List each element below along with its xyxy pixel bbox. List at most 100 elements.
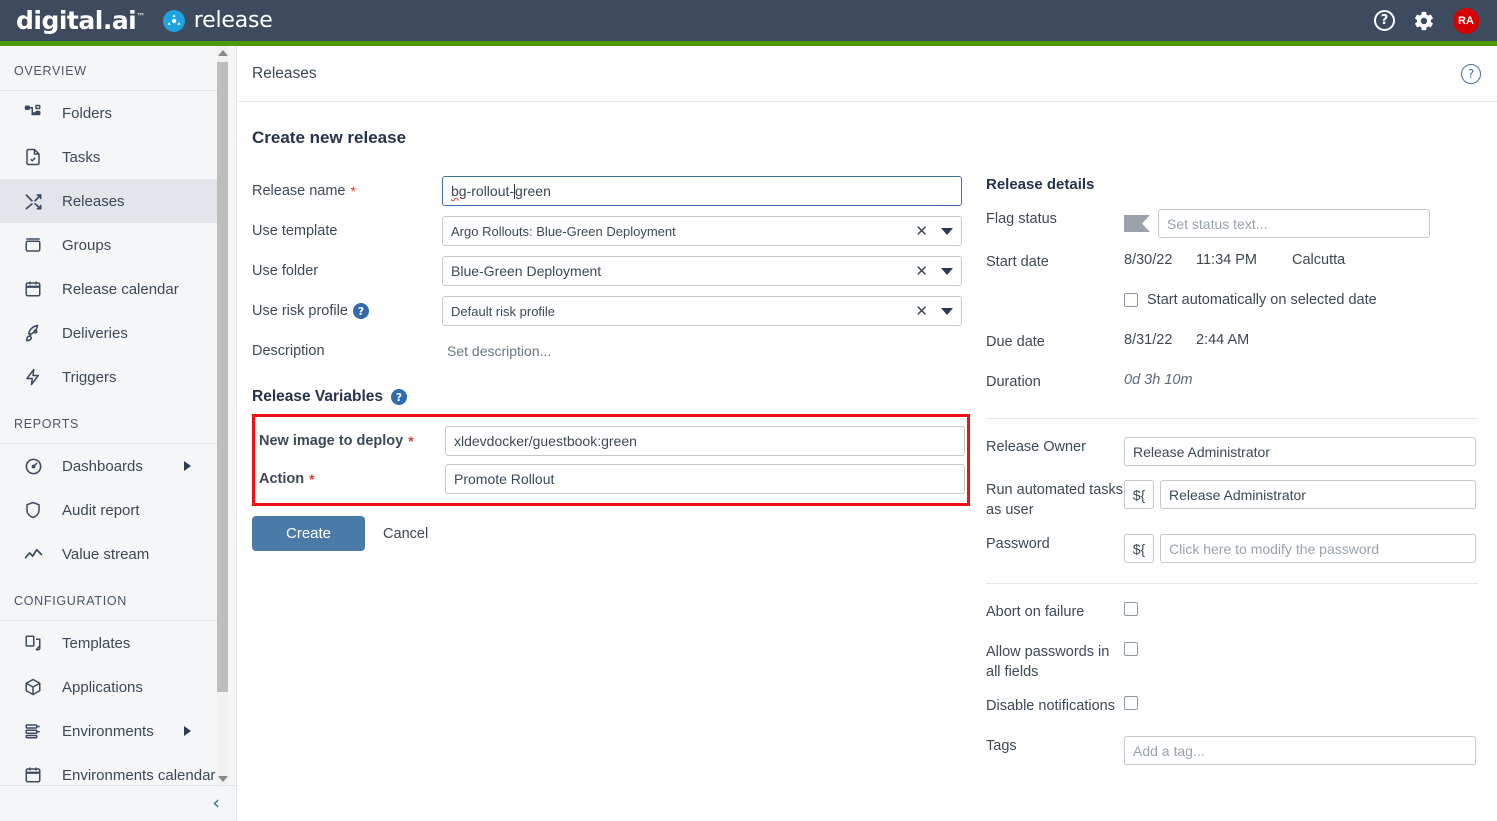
field-release-name: Release name * bg -rollout-green [252,176,976,206]
sidebar-section-overview: OVERVIEW [14,64,87,78]
sidebar: OVERVIEW Folders Tasks Releases Groups R… [0,46,237,821]
sidebar-item-deliveries[interactable]: Deliveries [0,311,219,355]
input-value: Release Administrator [1133,443,1270,460]
sidebar-item-applications[interactable]: Applications [0,665,219,709]
release-owner-input[interactable]: Release Administrator [1124,437,1476,466]
create-button[interactable]: Create [252,516,366,551]
sidebar-item-tasks[interactable]: Tasks [0,135,219,179]
sidebar-item-dashboards[interactable]: Dashboards [0,444,219,488]
use-folder-select[interactable]: Blue-Green Deployment ✕ [442,256,962,286]
environments-icon [22,720,44,742]
sidebar-item-environments-calendar[interactable]: Environments calendar [0,753,219,786]
cancel-button[interactable]: Cancel [383,526,428,542]
use-template-select[interactable]: Argo Rollouts: Blue-Green Deployment ✕ [442,216,962,246]
field-use-risk-profile: Use risk profile ? Default risk profile … [252,296,976,326]
collapse-sidebar-icon[interactable]: ‹ [212,794,220,813]
sidebar-item-environments[interactable]: Environments [0,709,219,753]
field-label: Action * [259,471,445,487]
start-automatically-checkbox[interactable] [1124,293,1138,307]
scrollbar-thumb[interactable] [217,62,228,692]
chevron-down-icon[interactable] [941,267,953,275]
start-time-value[interactable]: 11:34 PM [1196,252,1292,268]
select-controls: ✕ [915,223,953,239]
due-time-value[interactable]: 2:44 AM [1196,332,1292,348]
abort-on-failure-checkbox[interactable] [1124,602,1138,616]
run-as-user-input[interactable]: Release Administrator [1160,480,1476,509]
sidebar-item-triggers[interactable]: Triggers [0,355,219,399]
divider [986,583,1478,584]
description-placeholder[interactable]: Set description... [442,343,551,359]
input-value: Release Administrator [1169,486,1306,503]
sidebar-item-audit-report[interactable]: Audit report [0,488,219,532]
brand-logo[interactable]: digital.ai™ release [0,6,273,35]
action-input[interactable]: Promote Rollout [445,464,965,494]
scroll-down-arrow-icon[interactable] [218,776,228,782]
help-icon[interactable]: ? [1461,63,1481,84]
start-date-value[interactable]: 8/30/22 [1124,252,1196,268]
chevron-down-icon[interactable] [941,227,953,235]
avatar[interactable]: RA [1453,7,1479,34]
form-actions: Create Cancel [252,516,976,551]
release-name-value-prefix: bg [451,183,467,199]
sidebar-item-release-calendar[interactable]: Release calendar [0,267,219,311]
selected-value: Blue-Green Deployment [451,263,602,279]
sidebar-scrollbar[interactable] [217,46,228,786]
trend-line-icon [22,543,44,565]
new-image-to-deploy-input[interactable]: xldevdocker/guestbook:green [445,426,965,456]
breadcrumb[interactable]: Releases [252,65,317,83]
chevron-down-icon[interactable] [941,307,953,315]
chevron-right-icon[interactable] [184,461,191,471]
help-icon[interactable]: ? [1374,10,1395,31]
sidebar-item-groups[interactable]: Groups [0,223,219,267]
use-risk-profile-select[interactable]: Default risk profile ✕ [442,296,962,326]
start-automatically-control[interactable]: Start automatically on selected date [1124,292,1377,308]
sidebar-item-folders[interactable]: Folders [0,91,219,135]
divider [986,418,1478,419]
sidebar-item-label: Environments [62,722,154,740]
clear-icon[interactable]: ✕ [915,263,928,279]
field-due-date: Due date 8/31/22 2:44 AM [986,332,1476,358]
allow-passwords-checkbox[interactable] [1124,642,1138,656]
shield-icon [22,499,44,521]
release-name-input[interactable]: bg -rollout-green [442,176,962,206]
field-release-owner: Release Owner Release Administrator [986,437,1476,466]
sidebar-item-value-stream[interactable]: Value stream [0,532,219,576]
field-tags: Tags Add a tag... [986,736,1476,765]
gear-icon[interactable] [1413,10,1435,32]
variable-prefix-button[interactable]: ${ [1124,534,1154,563]
sidebar-item-label: Dashboards [62,457,143,475]
variable-prefix-button[interactable]: ${ [1124,480,1154,509]
sidebar-item-releases[interactable]: Releases [0,179,219,223]
sidebar-item-label: Tasks [62,148,101,166]
sidebar-item-label: Groups [62,236,112,254]
tags-input[interactable]: Add a tag... [1124,736,1476,765]
clear-icon[interactable]: ✕ [915,223,928,239]
sidebar-item-label: Environments calendar [62,766,216,784]
rocket-icon [22,322,44,344]
due-date-value[interactable]: 8/31/22 [1124,332,1196,348]
sidebar-item-templates[interactable]: Templates [0,621,219,665]
field-use-template: Use template Argo Rollouts: Blue-Green D… [252,216,976,246]
field-label: Description [252,343,325,359]
section-label: Release Variables [252,388,383,405]
help-icon[interactable]: ? [391,389,407,405]
main-content: Releases ? Create new release Release na… [238,46,1497,821]
password-input[interactable]: Click here to modify the password [1160,534,1476,563]
start-timezone-value[interactable]: Calcutta [1292,252,1345,268]
flag-icon[interactable] [1124,215,1150,232]
scroll-up-arrow-icon[interactable] [218,50,228,56]
field-label: Due date [986,334,1045,350]
field-label: Abort on failure [986,604,1085,620]
releases-icon [22,190,44,212]
field-description: Description Set description... [252,336,976,366]
clear-icon[interactable]: ✕ [915,303,928,319]
lightning-icon [22,366,44,388]
disable-notifications-checkbox[interactable] [1124,696,1138,710]
selected-value: Default risk profile [451,303,556,319]
flag-status-input[interactable]: Set status text... [1158,209,1430,238]
sidebar-item-label: Release calendar [62,280,179,298]
chevron-right-icon[interactable] [184,726,191,736]
help-icon[interactable]: ? [352,303,369,319]
label-text: Action [259,471,305,487]
page-title: Create new release [252,128,407,147]
